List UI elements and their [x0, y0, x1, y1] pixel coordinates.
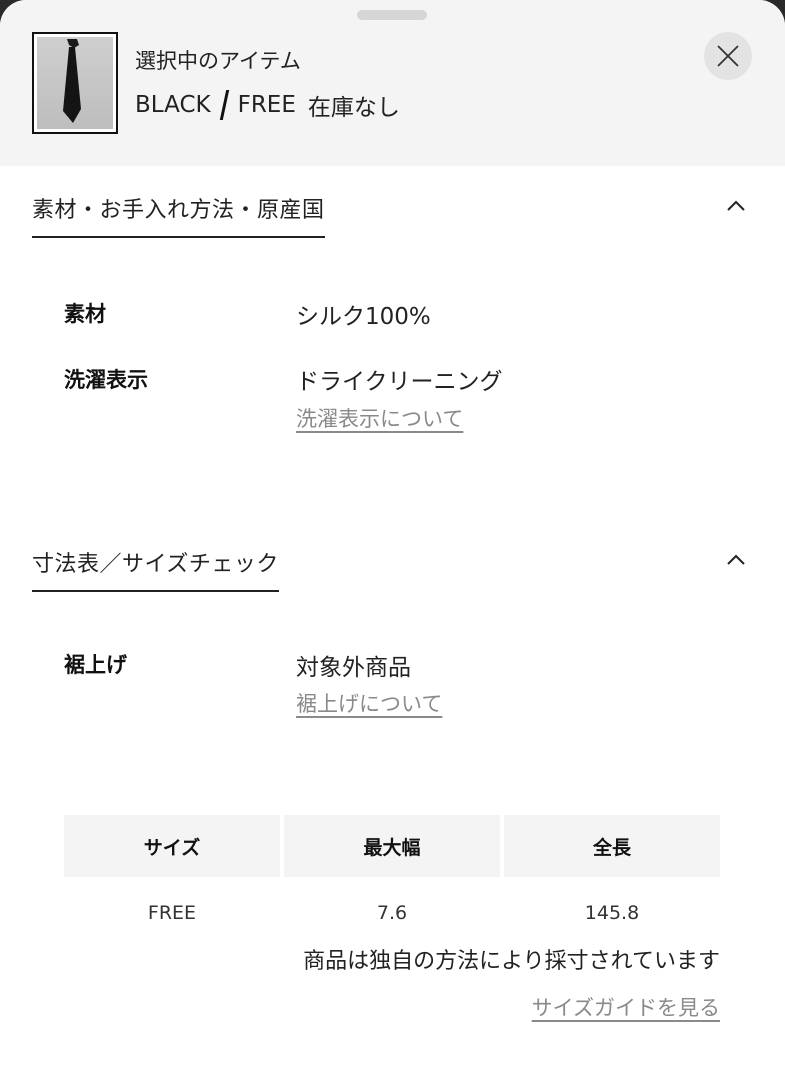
- selected-item-title: 選択中のアイテム: [135, 49, 301, 73]
- stock-status: 在庫なし: [307, 95, 400, 121]
- care-value: ドライクリーニング: [296, 369, 503, 395]
- care-info-link[interactable]: 洗濯表示について: [296, 403, 463, 433]
- header-length: 全長: [504, 815, 720, 877]
- sheet-drag-handle[interactable]: [357, 10, 427, 20]
- cell-size: FREE: [147, 902, 197, 924]
- material-label: 素材: [64, 302, 106, 326]
- cell-max-width: 7.6: [376, 902, 408, 924]
- selected-item-header: 選択中のアイテム BLACK FREE 在庫なし: [0, 0, 785, 166]
- chevron-up-icon[interactable]: [724, 194, 748, 218]
- item-thumbnail: [32, 32, 118, 134]
- header-size: サイズ: [64, 815, 280, 877]
- cell-length: 145.8: [584, 902, 640, 924]
- size-guide-link[interactable]: サイズガイドを見る: [532, 992, 720, 1022]
- size-section-header[interactable]: 寸法表／サイズチェック: [32, 546, 279, 592]
- table-row: FREE 7.6 145.8: [64, 895, 720, 931]
- close-icon: [717, 45, 739, 67]
- variant-size: FREE: [237, 92, 296, 118]
- variant-color: BLACK: [135, 92, 211, 118]
- close-button[interactable]: [704, 32, 752, 80]
- header-max-width: 最大幅: [284, 815, 500, 877]
- necktie-image: [63, 39, 81, 123]
- material-section-header[interactable]: 素材・お手入れ方法・原産国: [32, 192, 325, 238]
- hem-label: 裾上げ: [64, 653, 127, 677]
- chevron-up-icon[interactable]: [724, 548, 748, 572]
- selected-variant: BLACK FREE 在庫なし: [135, 88, 400, 122]
- bottom-sheet: 選択中のアイテム BLACK FREE 在庫なし 素材・お手入れ方法・原産国 素…: [0, 0, 785, 1080]
- measurement-note: 商品は独自の方法により採寸されています: [303, 949, 720, 974]
- size-table: サイズ 最大幅 全長 FREE 7.6 145.8: [64, 815, 720, 931]
- variant-divider: [219, 90, 229, 120]
- care-label: 洗濯表示: [64, 368, 148, 392]
- size-table-header: サイズ 最大幅 全長: [64, 815, 720, 877]
- hem-value: 対象外商品: [296, 655, 411, 681]
- hem-info-link[interactable]: 裾上げについて: [296, 688, 442, 718]
- material-value: シルク100%: [296, 304, 431, 330]
